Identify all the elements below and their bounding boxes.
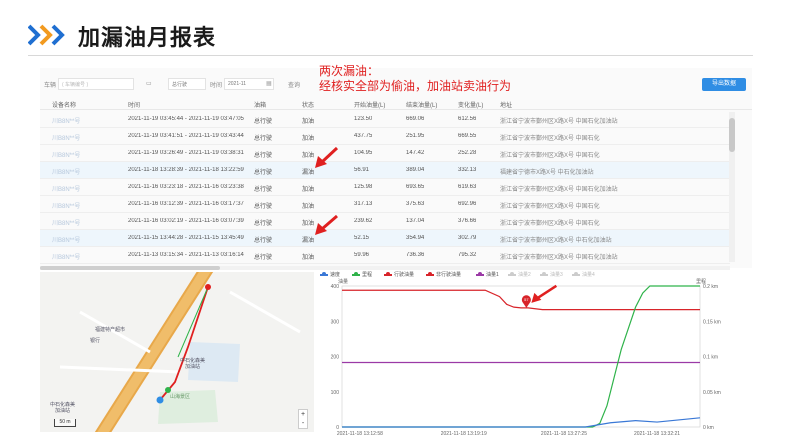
poi-gas-station-label: 中石化森美 加油站 <box>180 358 206 370</box>
y-right-tick-label: 0.05 km <box>703 390 721 396</box>
legend-item[interactable]: 油量3 <box>540 271 563 278</box>
x-tick-label: 2021-11-18 13:12:58 <box>337 431 383 437</box>
series-line-行驶油量 <box>342 289 700 311</box>
y-right-tick-label: 0.1 km <box>703 355 718 361</box>
red-arrow-icon <box>315 146 339 168</box>
map-zoom-control[interactable]: + - <box>298 409 308 429</box>
zoom-in-button[interactable]: + <box>299 410 307 419</box>
map-canvas <box>40 272 314 432</box>
poi-bank-label: 银行 <box>90 338 101 344</box>
fuel-chart[interactable]: 速度 里程 行驶油量 非行驶油量 油量1 油量2 油量3 油量4 400 300 2… <box>314 270 752 437</box>
legend-item[interactable]: 里程 <box>352 271 372 278</box>
y-left-tick-label: 200 <box>331 355 340 361</box>
legend-item[interactable]: 速度 <box>320 271 340 278</box>
x-tick-label: 2021-11-18 13:27:25 <box>541 431 587 437</box>
x-tick-label: 2021-11-18 13:32:21 <box>634 431 680 437</box>
track-map[interactable]: 福建特产超市 银行 中石化森美 加油站 中石化森美 加油站 山海景区 50 m + … <box>40 272 314 432</box>
series-line-速度 <box>342 417 701 428</box>
zoom-out-button[interactable]: - <box>299 419 307 428</box>
poi-supermarket-label: 福建特产超市 <box>95 327 126 333</box>
legend-item[interactable]: 油量4 <box>572 271 595 278</box>
y-right-tick-label: 0 km <box>703 425 714 431</box>
plot-frame <box>341 285 701 428</box>
chart-legend: 速度 里程 行驶油量 非行驶油量 油量1 油量2 油量3 油量4 <box>314 270 752 280</box>
legend-item[interactable]: 行驶油量 <box>384 271 414 278</box>
legend-item[interactable]: 油量1 <box>476 271 499 278</box>
y-left-tick-label: 100 <box>331 390 340 396</box>
y-left-tick-label: 300 <box>331 319 340 325</box>
y-right-tick-label: 0.15 km <box>703 319 721 325</box>
poi-gas-station-2-label: 中石化森美 加油站 <box>50 402 76 414</box>
poi-area-label: 山海景区 <box>170 394 191 400</box>
red-arrow-icon <box>315 214 338 235</box>
x-tick-label: 2021-11-18 13:19:19 <box>441 431 487 437</box>
chart-plot: 40030020010000.2 km0.15 km0.1 km0.05 km0… <box>331 278 721 437</box>
event-marker-label: 57 <box>524 297 529 302</box>
red-arrow-icon <box>535 284 558 300</box>
legend-item[interactable]: 油量2 <box>508 271 531 278</box>
legend-item[interactable]: 非行驶油量 <box>426 271 461 278</box>
map-scale: 50 m <box>54 419 76 427</box>
series-line-里程 <box>342 285 700 428</box>
